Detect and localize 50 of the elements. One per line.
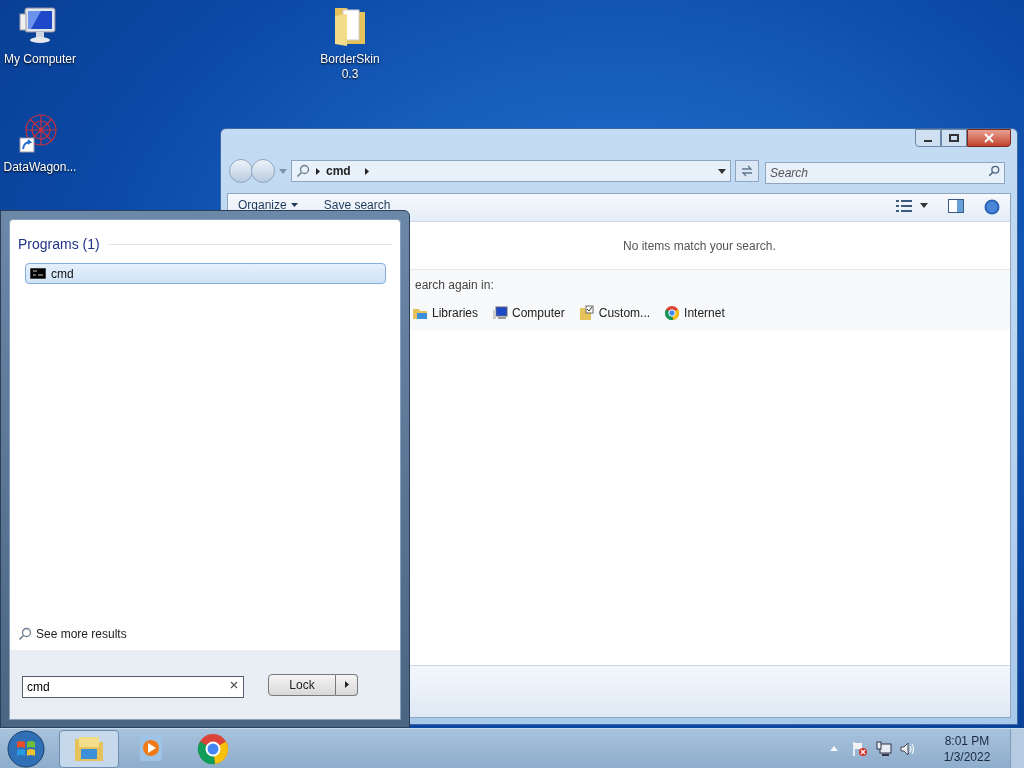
desktop-icon-label[interactable]: My Computer [1,52,79,67]
search-field[interactable]: Search [765,162,1005,184]
toolbar-button[interactable]: Save search [323,199,391,211]
minimize-button[interactable] [915,129,941,147]
power-options-button[interactable] [336,673,358,696]
speaker-icon[interactable] [900,740,916,757]
desktop-icon-label[interactable]: BorderSkin 0.3 [311,52,389,82]
start-button[interactable] [7,729,45,768]
browser-icon [664,305,681,321]
breadcrumb[interactable]: cmd [326,162,351,180]
search-again-label: earch again in: [415,277,495,294]
preview-pane-icon[interactable] [948,199,964,213]
network-icon[interactable] [876,740,892,757]
dropdown-icon [290,203,298,207]
refresh-icon [740,165,754,177]
taskbar-button[interactable] [59,729,119,768]
search-icon [18,627,32,641]
maximize-button[interactable] [941,129,967,147]
organize-menu[interactable]: Organize [238,199,298,211]
search-location-link[interactable]: Custom... [578,304,651,322]
search-icon [296,164,310,178]
search-field[interactable]: cmd [22,675,244,698]
close-button[interactable] [967,129,1011,147]
terminal-icon [30,268,46,279]
section-heading: Programs (1) [18,235,100,254]
search-result[interactable]: cmd [25,263,386,284]
desktop-icon-label[interactable]: DataWagon... [1,160,79,175]
chevron-icon [316,167,320,175]
search-icon [988,165,1000,177]
clock-time: 8:01 PM [944,732,990,749]
flag-icon[interactable] [852,740,868,757]
address-bar[interactable]: cmd [291,160,731,182]
search-location-link[interactable]: Libraries [412,304,479,322]
lock-button[interactable]: Lock [268,673,336,696]
search-location-link[interactable]: Internet [664,304,725,322]
dropdown-icon[interactable] [718,168,726,174]
see-more-link[interactable]: See more results [36,625,127,643]
close-icon [984,133,994,143]
clear-icon[interactable] [230,680,238,689]
chevron-icon [364,167,369,175]
view-icon[interactable] [896,199,912,213]
folder-icon [578,305,595,321]
empty-message: No items match your search. [623,237,776,255]
search-location-link[interactable]: Computer [492,304,565,322]
refresh-button[interactable] [735,160,759,182]
computer-icon [492,305,509,321]
chevron-icon [344,681,349,688]
dropdown-icon[interactable] [920,203,928,208]
clock-date: 1/3/2022 [943,748,991,765]
clock[interactable]: 8:01 PM 1/3/2022 [930,732,1004,765]
